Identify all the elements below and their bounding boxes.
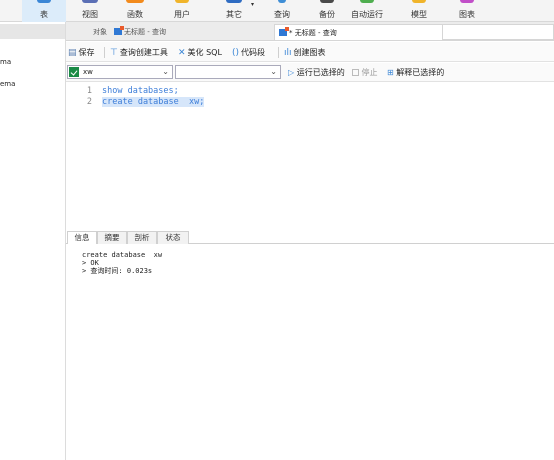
sidebar-header: [0, 24, 65, 39]
chevron-down-icon: ⌄: [162, 67, 169, 76]
line-number: 1: [86, 86, 92, 96]
query-icon: [278, 0, 286, 3]
table-icon: [37, 0, 51, 3]
dropdown-arrow-icon: ▾: [250, 1, 254, 8]
tab-message[interactable]: 信息: [67, 231, 97, 244]
save-button[interactable]: ▤ 保存: [68, 46, 95, 59]
chart-bars-icon: ılı: [284, 48, 292, 58]
explain-icon: ⊞: [387, 68, 394, 77]
query-tab-icon: [114, 26, 124, 35]
create-chart-label: 创建图表: [293, 48, 326, 57]
toolbar-function-button[interactable]: 函数: [115, 0, 155, 22]
output-line: > 查询时间: 0.023s: [82, 267, 153, 275]
toolbar-query-label: 查询: [274, 10, 290, 19]
autorun-icon: [360, 0, 374, 3]
query-tab-icon: [279, 27, 289, 36]
main-toolbar: 表 视图 函数 用户 其它 ▾ 查询 备份 自动运行 模型 图表: [0, 0, 554, 22]
toolbar-user-label: 用户: [174, 10, 190, 19]
toolbar-table-button[interactable]: 表: [22, 0, 66, 22]
toolbar-model-label: 模型: [411, 10, 427, 19]
code-line: show databases;: [102, 86, 179, 96]
explain-selected-label: 解释已选择的: [396, 68, 445, 77]
run-selected-label: 运行已选择的: [296, 68, 345, 77]
stop-button[interactable]: 停止: [352, 67, 378, 78]
tab-summary[interactable]: 摘要: [97, 231, 127, 244]
stop-icon: [352, 69, 359, 76]
save-icon: ▤: [68, 48, 77, 58]
code-snippet-button[interactable]: () 代码段: [232, 46, 265, 59]
model-icon: [412, 0, 426, 3]
beautify-sql-label: 美化 SQL: [187, 48, 222, 57]
beautify-icon: ✕: [178, 48, 186, 58]
toolbar-autorun-button[interactable]: 自动运行: [343, 0, 391, 22]
backup-icon: [320, 0, 334, 3]
connection-icon: [69, 67, 79, 77]
play-icon: ▷: [288, 68, 295, 77]
result-tabs: 信息 摘要 剖析 状态: [66, 230, 554, 244]
connection-value: xw: [83, 68, 93, 76]
toolbar-query-button[interactable]: 查询: [262, 0, 302, 22]
toolbar-backup-label: 备份: [319, 10, 335, 19]
toolbar-other-button[interactable]: 其它 ▾: [212, 0, 256, 22]
tab-untitled-query[interactable]: 无标题 - 查询: [114, 24, 166, 40]
toolbar-user-button[interactable]: 用户: [162, 0, 202, 22]
output-line: > OK: [82, 259, 99, 267]
message-output: create database xw > OK > 查询时间: 0.023s: [66, 245, 554, 460]
code-snippet-label: 代码段: [241, 48, 266, 57]
output-line: create database xw: [82, 251, 163, 259]
tab-status[interactable]: 状态: [157, 231, 189, 244]
code-line-selected: create database xw;: [102, 97, 205, 107]
tab-blank-area: [442, 24, 554, 40]
toolbar-model-button[interactable]: 模型: [399, 0, 439, 22]
toolbar-backup-button[interactable]: 备份: [307, 0, 347, 22]
connection-select[interactable]: xw ⌄: [67, 65, 173, 79]
beautify-sql-button[interactable]: ✕ 美化 SQL: [178, 46, 222, 59]
tab-untitled-query-label: 无标题 - 查询: [124, 28, 166, 36]
run-selected-button[interactable]: ▷ 运行已选择的: [288, 67, 345, 78]
toolbar-other-label: 其它: [226, 10, 242, 19]
database-select[interactable]: ⌄: [175, 65, 281, 79]
toolbar-divider: [278, 47, 279, 58]
query-builder-button[interactable]: ⊤ 查询创建工具: [110, 46, 168, 59]
object-navigator: ma ema: [0, 22, 66, 460]
explain-selected-button[interactable]: ⊞ 解释已选择的: [387, 67, 444, 78]
toolbar-autorun-label: 自动运行: [351, 10, 383, 19]
document-tabs: 对象 无标题 - 查询 * 无标题 - 查询: [66, 22, 554, 41]
editor-toolbar: ▤ 保存 ⊤ 查询创建工具 ✕ 美化 SQL () 代码段 ılı 创建图表: [66, 42, 554, 62]
toolbar-view-button[interactable]: 视图: [70, 0, 110, 22]
sql-editor[interactable]: 1 show databases; 2 create database xw;: [66, 83, 554, 228]
user-icon: [175, 0, 189, 3]
line-number: 2: [86, 97, 92, 107]
chart-icon: [460, 0, 474, 3]
toolbar-view-label: 视图: [82, 10, 98, 19]
create-chart-button[interactable]: ılı 创建图表: [284, 46, 326, 59]
function-icon: [126, 0, 144, 3]
connection-selector-row: xw ⌄ ⌄ ▷ 运行已选择的 停止 ⊞ 解释已选择的: [66, 63, 554, 82]
sidebar-item-schema-1[interactable]: ma: [0, 58, 11, 66]
tab-objects[interactable]: 对象: [93, 24, 107, 40]
tab-active-query[interactable]: * 无标题 - 查询: [274, 24, 444, 40]
tab-active-query-label: * 无标题 - 查询: [289, 29, 337, 37]
save-label: 保存: [78, 48, 95, 57]
toolbar-function-label: 函数: [127, 10, 143, 19]
tab-profile[interactable]: 剖析: [127, 231, 157, 244]
code-snippet-icon: (): [232, 48, 240, 58]
query-builder-label: 查询创建工具: [119, 48, 168, 57]
chevron-down-icon: ⌄: [270, 67, 277, 76]
toolbar-table-label: 表: [40, 10, 48, 19]
toolbar-divider: [104, 47, 105, 58]
sidebar-item-schema-2[interactable]: ema: [0, 80, 15, 88]
other-icon: [226, 0, 242, 3]
toolbar-chart-button[interactable]: 图表: [446, 0, 488, 22]
stop-label: 停止: [361, 68, 378, 77]
query-builder-icon: ⊤: [110, 48, 118, 58]
toolbar-chart-label: 图表: [459, 10, 475, 19]
view-icon: [82, 0, 98, 3]
